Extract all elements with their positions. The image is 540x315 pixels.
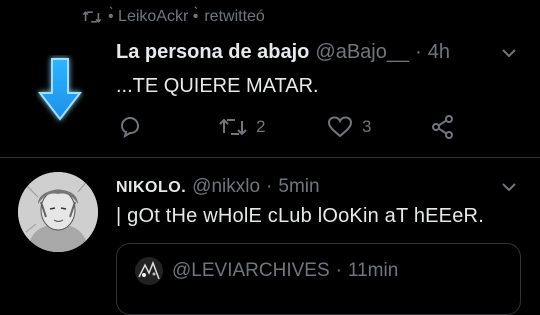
tweet2-author-name[interactable]: NIKOLO. (116, 179, 186, 197)
tweet2-text: | gOt tHe wHolE cLub lOoKin aT hEEeR. (116, 205, 484, 227)
tweet1-time[interactable]: 4h (428, 41, 450, 64)
like-count: 3 (362, 117, 372, 136)
quoted-tweet-avatar[interactable] (135, 257, 163, 285)
quoted-tweet-handle[interactable]: @LEVIARCHIVES (172, 260, 330, 282)
quoted-tweet-time[interactable]: 11min (348, 260, 398, 282)
retweet-action-icon (219, 115, 247, 139)
tweet2-chevron-down-icon[interactable] (500, 178, 518, 201)
tweet2-separator: · (266, 176, 273, 197)
tweet1-retweet-button[interactable]: 2 (219, 113, 265, 141)
tweet1-reply-button[interactable] (118, 113, 151, 141)
tweet1-share-button[interactable] (430, 113, 456, 141)
tweet1-author-name[interactable]: La persona de abajo (116, 41, 309, 64)
tweet1-author-row: La persona de abajo @aBajo__ · 4h (116, 41, 450, 64)
retweet-header: •̀ LeikoAckr •̀ retwitteó (82, 8, 265, 26)
tweet1-separator: · (415, 41, 422, 63)
retweet-action-label: retwitteó (204, 8, 265, 25)
tweet2-avatar[interactable] (18, 172, 98, 252)
tweet1-like-button[interactable]: 3 (327, 113, 371, 141)
retweet-icon (82, 9, 102, 25)
retweet-count: 2 (256, 117, 266, 136)
heart-icon (327, 115, 353, 139)
tweet-divider (0, 157, 540, 158)
quoted-tweet-separator: · (335, 260, 342, 281)
tweet2-time[interactable]: 5min (278, 176, 319, 198)
tweet1-text: ...TE QUIERE MATAR. (116, 75, 319, 97)
tweet1-handle[interactable]: @aBajo__ (315, 41, 409, 64)
quoted-tweet-header: @LEVIARCHIVES · 11min (172, 260, 398, 282)
tweet2-handle[interactable]: @nikxlo (192, 176, 260, 198)
tweet1-chevron-down-icon[interactable] (500, 44, 518, 67)
share-icon (430, 114, 456, 140)
retweeter-name[interactable]: •̀ LeikoAckr •̀ (108, 8, 198, 26)
tweet2-author-row: NIKOLO. @nikxlo · 5min (116, 176, 320, 198)
reply-icon (118, 115, 142, 139)
down-arrow-avatar[interactable] (36, 55, 84, 125)
